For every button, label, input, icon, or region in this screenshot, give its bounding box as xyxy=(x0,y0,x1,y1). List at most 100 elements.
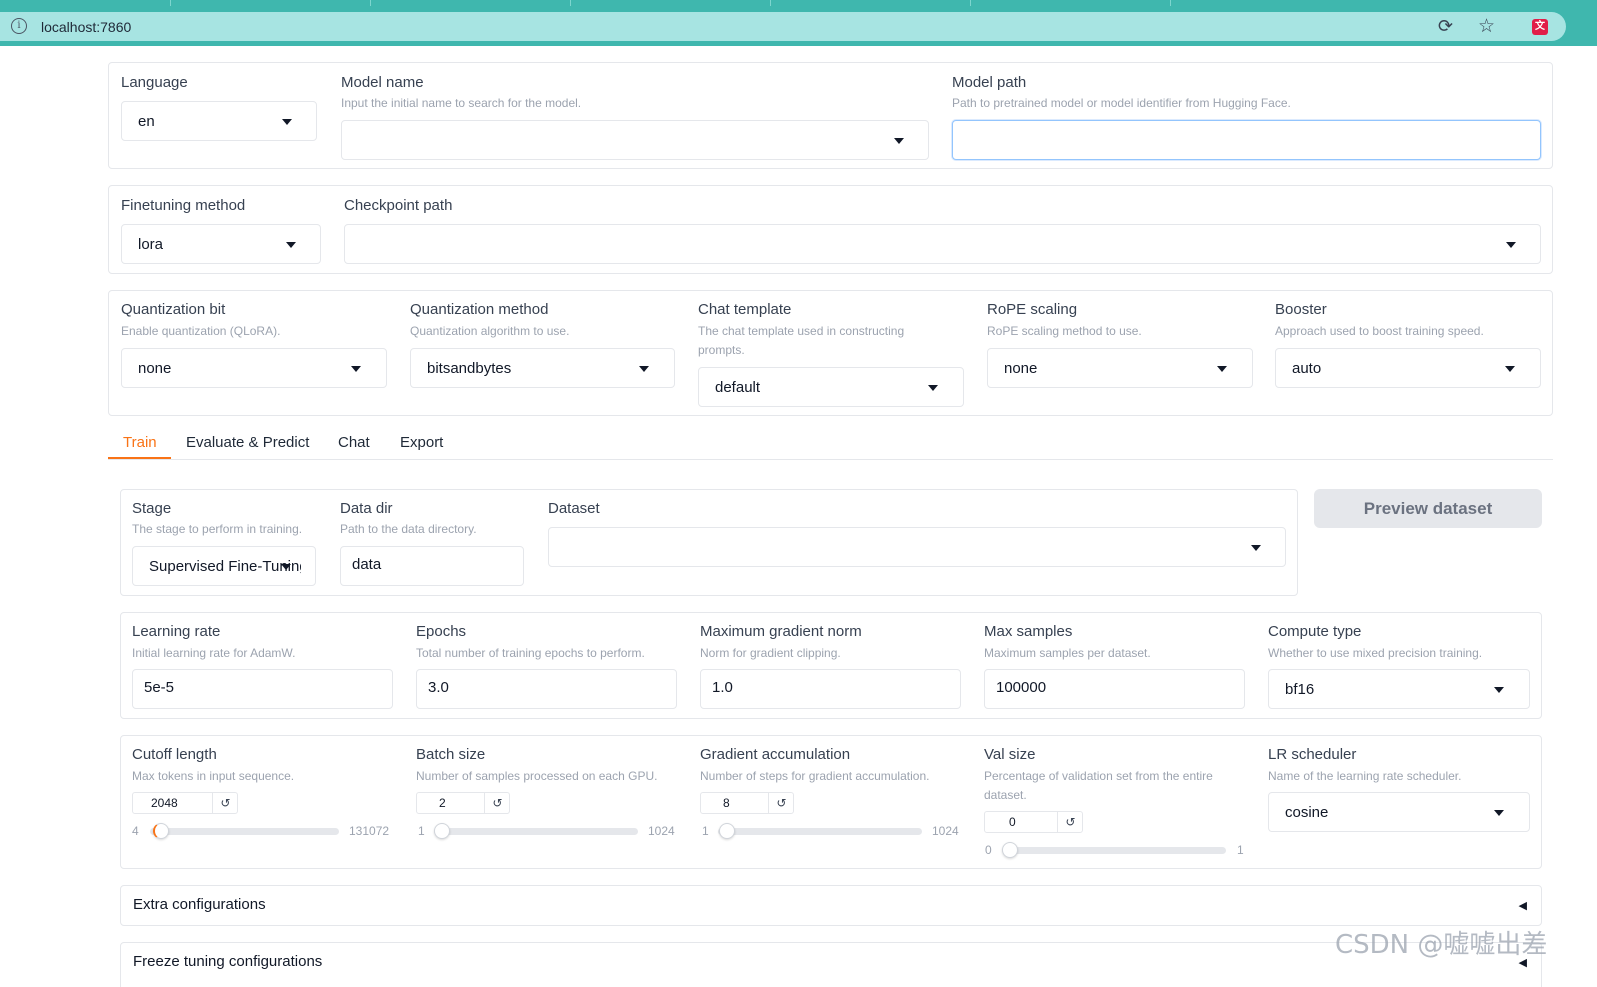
val-size-min: 0 xyxy=(985,843,992,857)
learning-rate-info: Initial learning rate for AdamW. xyxy=(132,646,296,660)
batch-size-number-input[interactable]: 2 ↺ xyxy=(416,792,510,814)
quantization-method-dropdown[interactable]: bitsandbytes xyxy=(410,348,675,388)
dataset-dropdown[interactable] xyxy=(548,527,1286,567)
tab-evaluate-predict[interactable]: Evaluate & Predict xyxy=(186,434,309,451)
freeze-tuning-accordion[interactable]: Freeze tuning configurations ◀ xyxy=(120,942,1542,987)
tab-divider xyxy=(970,0,971,6)
model-path-label: Model path xyxy=(952,74,1027,91)
model-name-label: Model name xyxy=(341,74,424,91)
chevron-down-icon xyxy=(894,138,904,144)
batch-size-slider[interactable] xyxy=(434,823,638,839)
chevron-down-icon xyxy=(1251,545,1261,551)
site-info-icon[interactable]: i xyxy=(11,18,27,34)
tab-export[interactable]: Export xyxy=(400,434,443,451)
compute-type-label: Compute type xyxy=(1268,623,1362,640)
data-dir-input[interactable]: data xyxy=(340,546,524,586)
quantization-bit-value: none xyxy=(138,360,172,377)
tab-divider xyxy=(1170,0,1171,6)
cutoff-length-value: 2048 xyxy=(151,796,178,810)
quantization-method-label: Quantization method xyxy=(410,301,549,318)
quantization-bit-dropdown[interactable]: none xyxy=(121,348,387,388)
quantization-bit-info: Enable quantization (QLoRA). xyxy=(121,324,281,338)
slider-thumb[interactable] xyxy=(434,823,451,839)
stage-dropdown[interactable]: Supervised Fine-Tuning xyxy=(132,546,316,586)
tab-train[interactable]: Train xyxy=(123,434,157,451)
chat-template-info: The chat template used in constructing p… xyxy=(698,324,905,357)
reset-icon[interactable]: ↺ xyxy=(484,793,510,813)
val-size-number-input[interactable]: 0 ↺ xyxy=(984,811,1083,833)
val-size-info: Percentage of validation set from the en… xyxy=(984,769,1213,802)
max-samples-input[interactable]: 100000 xyxy=(984,669,1245,709)
lr-scheduler-label: LR scheduler xyxy=(1268,746,1357,763)
preview-dataset-button[interactable]: Preview dataset xyxy=(1314,489,1542,528)
collapse-arrow-icon[interactable]: ◀ xyxy=(1519,899,1527,912)
finetuning-method-value: lora xyxy=(138,236,164,253)
max-grad-norm-input[interactable]: 1.0 xyxy=(700,669,961,709)
cutoff-length-slider[interactable] xyxy=(150,823,339,839)
batch-size-value: 2 xyxy=(439,796,446,810)
address-bar[interactable]: i localhost:7860 ⟳ ☆ xyxy=(0,12,1566,41)
booster-dropdown[interactable]: auto xyxy=(1275,348,1541,388)
gradient-accumulation-value: 8 xyxy=(723,796,730,810)
slider-thumb[interactable] xyxy=(719,823,736,839)
learning-rate-input[interactable]: 5e-5 xyxy=(132,669,393,709)
reset-icon[interactable]: ↺ xyxy=(212,793,238,813)
chevron-down-icon xyxy=(351,366,361,372)
language-value: en xyxy=(138,113,155,130)
tab-chat[interactable]: Chat xyxy=(338,434,370,451)
language-dropdown[interactable]: en xyxy=(121,101,317,141)
finetuning-method-dropdown[interactable]: lora xyxy=(121,224,321,264)
chevron-down-icon xyxy=(1506,242,1516,248)
reset-icon[interactable]: ↺ xyxy=(768,793,794,813)
url-text[interactable]: localhost:7860 xyxy=(41,19,131,35)
reset-icon[interactable]: ↺ xyxy=(1057,812,1083,832)
cutoff-length-info: Max tokens in input sequence. xyxy=(132,769,295,783)
slider-thumb[interactable] xyxy=(152,823,169,839)
advanced-panel: Quantization bit Enable quantization (QL… xyxy=(108,290,1553,416)
language-label: Language xyxy=(121,74,188,91)
learning-rate-value: 5e-5 xyxy=(144,679,175,696)
epochs-value: 3.0 xyxy=(428,679,449,696)
chat-template-value: default xyxy=(715,379,761,396)
compute-type-info: Whether to use mixed precision training. xyxy=(1268,646,1483,660)
lr-scheduler-dropdown[interactable]: cosine xyxy=(1268,792,1530,832)
epochs-input[interactable]: 3.0 xyxy=(416,669,677,709)
extra-configurations-label: Extra configurations xyxy=(133,896,266,913)
bookmark-star-icon[interactable]: ☆ xyxy=(1478,15,1495,38)
data-dir-value: data xyxy=(352,556,382,573)
gradient-accumulation-min: 1 xyxy=(702,824,709,838)
tab-divider-line xyxy=(108,459,1553,460)
freeze-tuning-label: Freeze tuning configurations xyxy=(133,953,323,970)
rope-scaling-dropdown[interactable]: none xyxy=(987,348,1253,388)
top-settings-panel: Language en Model name Input the initial… xyxy=(108,62,1553,169)
gradient-accumulation-number-input[interactable]: 8 ↺ xyxy=(700,792,794,814)
extension-icon[interactable]: 文 xyxy=(1532,19,1548,35)
val-size-max: 1 xyxy=(1237,843,1244,857)
refresh-icon[interactable]: ⟳ xyxy=(1438,16,1453,37)
chevron-down-icon xyxy=(1494,810,1504,816)
quantization-bit-label: Quantization bit xyxy=(121,301,226,318)
cutoff-length-number-input[interactable]: 2048 ↺ xyxy=(132,792,238,814)
extra-configurations-accordion[interactable]: Extra configurations ◀ xyxy=(120,885,1542,926)
val-size-slider[interactable] xyxy=(1002,842,1226,858)
quantization-method-info: Quantization algorithm to use. xyxy=(410,324,570,338)
learning-rate-label: Learning rate xyxy=(132,623,221,640)
batch-size-max: 1024 xyxy=(648,824,675,838)
hyperparameter-panel: Learning rate Initial learning rate for … xyxy=(120,612,1542,719)
booster-info: Approach used to boost training speed. xyxy=(1275,324,1484,338)
epochs-label: Epochs xyxy=(416,623,467,640)
gradient-accumulation-info: Number of steps for gradient accumulatio… xyxy=(700,769,930,783)
cutoff-length-min: 4 xyxy=(132,824,139,838)
compute-type-dropdown[interactable]: bf16 xyxy=(1268,669,1530,709)
chat-template-dropdown[interactable]: default xyxy=(698,367,964,407)
model-name-dropdown[interactable] xyxy=(341,120,929,160)
slider-thumb[interactable] xyxy=(1002,842,1018,858)
tab-divider xyxy=(170,0,171,6)
finetune-panel: Finetuning method lora Checkpoint path xyxy=(108,185,1553,274)
model-path-input[interactable] xyxy=(952,120,1541,160)
max-grad-norm-label: Maximum gradient norm xyxy=(700,623,862,640)
checkpoint-path-dropdown[interactable] xyxy=(344,224,1541,264)
val-size-label: Val size xyxy=(984,746,1036,763)
browser-tab-strip xyxy=(0,0,1597,8)
gradient-accumulation-slider[interactable] xyxy=(718,823,922,839)
